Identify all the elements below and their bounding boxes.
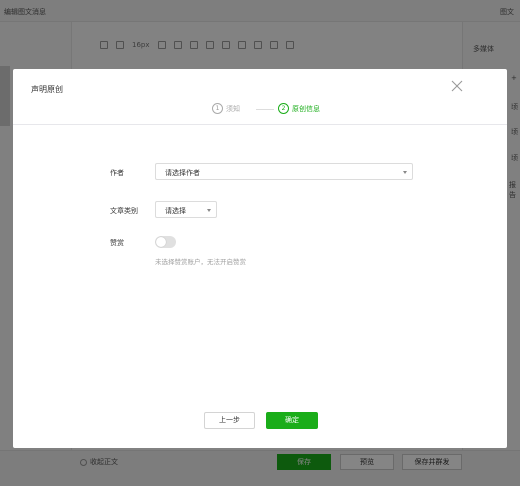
- close-icon[interactable]: [449, 78, 465, 94]
- author-select-value: 请选择作者: [165, 169, 200, 177]
- step-original-info: 2 原创信息: [278, 103, 320, 114]
- dialog-divider: [13, 124, 507, 125]
- step-number: 2: [278, 103, 289, 114]
- author-label: 作者: [110, 169, 124, 177]
- step-number: 1: [212, 103, 223, 114]
- step-indicator: 1 须知 2 原创信息: [13, 103, 507, 117]
- declare-original-dialog: 声明原创 1 须知 2 原创信息 作者 请选择作者 文章类别 请选择 赞赏 未选…: [13, 69, 507, 448]
- dialog-title: 声明原创: [31, 85, 63, 94]
- chevron-down-icon: [403, 171, 407, 174]
- step-notice: 1 须知: [212, 103, 240, 114]
- category-select[interactable]: 请选择: [155, 201, 217, 218]
- step-connector: [256, 109, 274, 110]
- previous-step-button[interactable]: 上一步: [204, 412, 255, 429]
- confirm-button[interactable]: 确定: [266, 412, 318, 429]
- step-label: 原创信息: [292, 104, 320, 113]
- reward-toggle[interactable]: [155, 236, 176, 248]
- step-label: 须知: [226, 104, 240, 113]
- reward-hint: 未选择赞赏账户，无法开启赞赏: [155, 258, 246, 266]
- chevron-down-icon: [207, 209, 211, 212]
- author-select[interactable]: 请选择作者: [155, 163, 413, 180]
- toggle-knob: [156, 237, 166, 247]
- category-label: 文章类别: [110, 207, 138, 215]
- category-select-value: 请选择: [165, 207, 186, 215]
- reward-label: 赞赏: [110, 239, 124, 247]
